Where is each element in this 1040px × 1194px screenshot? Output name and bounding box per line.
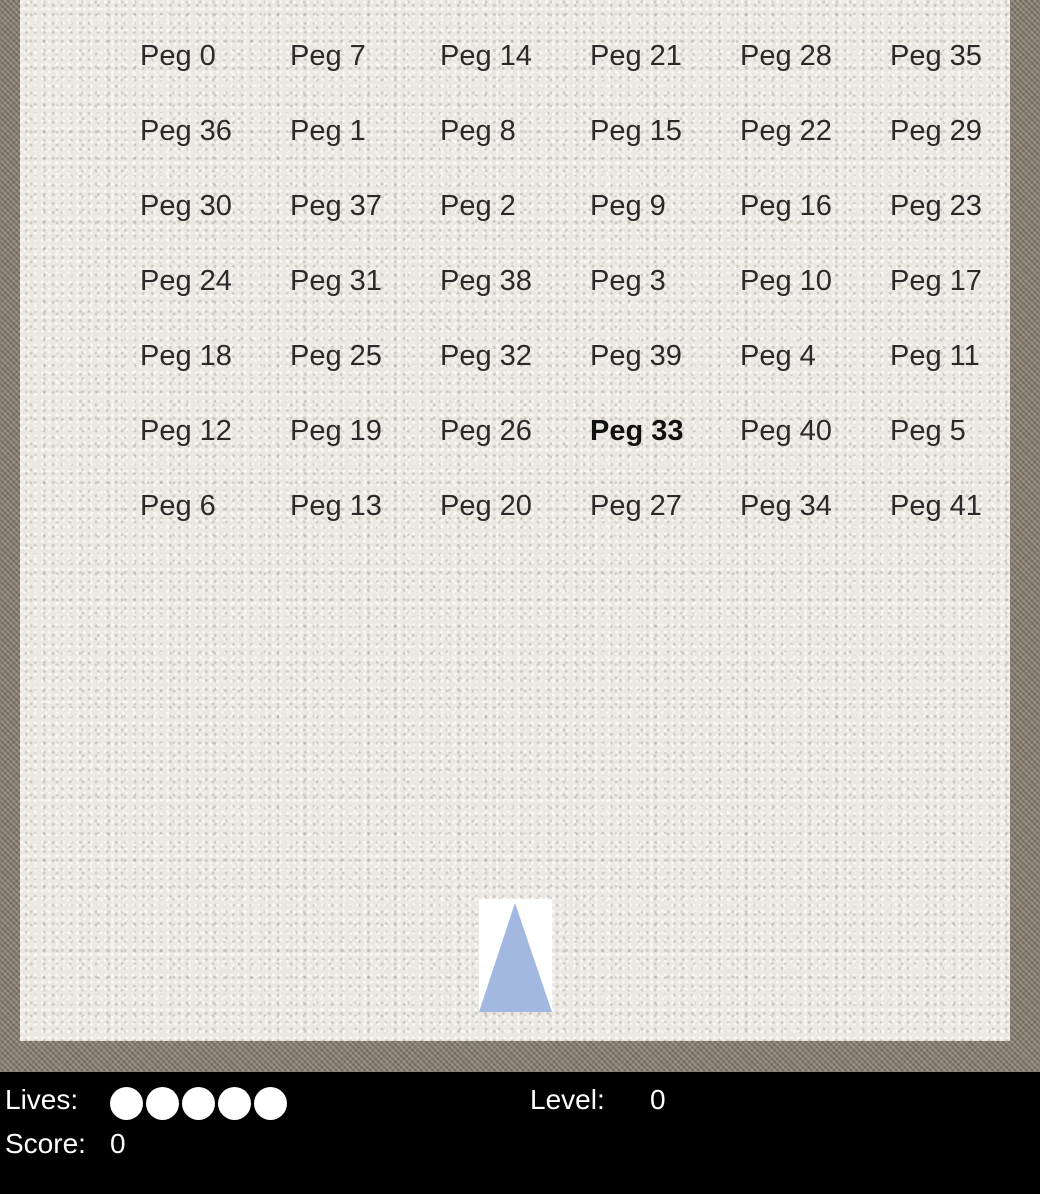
- peg[interactable]: Peg 15: [590, 111, 740, 186]
- peg[interactable]: Peg 26: [440, 411, 590, 486]
- peg[interactable]: Peg 31: [290, 261, 440, 336]
- peg[interactable]: Peg 39: [590, 336, 740, 411]
- peg[interactable]: Peg 28: [740, 36, 890, 111]
- peg[interactable]: Peg 8: [440, 111, 590, 186]
- peg[interactable]: Peg 9: [590, 186, 740, 261]
- peg[interactable]: Peg 7: [290, 36, 440, 111]
- peg[interactable]: Peg 20: [440, 486, 590, 561]
- game-frame: Peg 0 Peg 7 Peg 14 Peg 21 Peg 28 Peg 35 Peg 36…: [0, 0, 1040, 1072]
- peg[interactable]: Peg 4: [740, 336, 890, 411]
- peg[interactable]: Peg 1: [290, 111, 440, 186]
- peg[interactable]: Peg 2: [440, 186, 590, 261]
- peg[interactable]: Peg 3: [590, 261, 740, 336]
- peg[interactable]: Peg 0: [140, 36, 290, 111]
- peg[interactable]: Peg 21: [590, 36, 740, 111]
- peg[interactable]: Peg 23: [890, 186, 1010, 261]
- peg[interactable]: Peg 32: [440, 336, 590, 411]
- peg[interactable]: Peg 18: [140, 336, 290, 411]
- score-label: Score:: [5, 1128, 86, 1159]
- peg[interactable]: Peg 41: [890, 486, 1010, 561]
- peg[interactable]: Peg 37: [290, 186, 440, 261]
- life-icon: [182, 1087, 215, 1120]
- peg[interactable]: Peg 35: [890, 36, 1010, 111]
- peg-grid: Peg 0 Peg 7 Peg 14 Peg 21 Peg 28 Peg 35 Peg 36…: [140, 36, 1010, 561]
- hud-bar: Lives: Level: 0 Score: 0: [0, 1072, 1040, 1194]
- lives-label: Lives:: [5, 1084, 79, 1115]
- peg[interactable]: Peg 10: [740, 261, 890, 336]
- peg[interactable]: Peg 38: [440, 261, 590, 336]
- peg[interactable]: Peg 14: [440, 36, 590, 111]
- peg[interactable]: Peg 30: [140, 186, 290, 261]
- peg[interactable]: Peg 33: [590, 411, 740, 486]
- peg[interactable]: Peg 17: [890, 261, 1010, 336]
- peg[interactable]: Peg 25: [290, 336, 440, 411]
- peg[interactable]: Peg 6: [140, 486, 290, 561]
- life-icon: [254, 1087, 287, 1120]
- peg[interactable]: Peg 12: [140, 411, 290, 486]
- peg[interactable]: Peg 29: [890, 111, 1010, 186]
- peg[interactable]: Peg 40: [740, 411, 890, 486]
- level-value: 0: [650, 1084, 666, 1115]
- peg[interactable]: Peg 34: [740, 486, 890, 561]
- life-icon: [146, 1087, 179, 1120]
- peg[interactable]: Peg 27: [590, 486, 740, 561]
- life-icon: [218, 1087, 251, 1120]
- peg[interactable]: Peg 19: [290, 411, 440, 486]
- peg[interactable]: Peg 36: [140, 111, 290, 186]
- play-field[interactable]: Peg 0 Peg 7 Peg 14 Peg 21 Peg 28 Peg 35 Peg 36…: [20, 0, 1010, 1041]
- triangle-launcher-icon: [479, 903, 552, 1012]
- life-icon: [110, 1087, 143, 1120]
- launcher[interactable]: [479, 899, 552, 1012]
- level-label: Level:: [530, 1084, 605, 1115]
- peg[interactable]: Peg 5: [890, 411, 1010, 486]
- score-value: 0: [110, 1128, 126, 1159]
- peg[interactable]: Peg 24: [140, 261, 290, 336]
- peg[interactable]: Peg 16: [740, 186, 890, 261]
- peg[interactable]: Peg 11: [890, 336, 1010, 411]
- peg[interactable]: Peg 13: [290, 486, 440, 561]
- lives-indicator: [110, 1087, 287, 1120]
- peg[interactable]: Peg 22: [740, 111, 890, 186]
